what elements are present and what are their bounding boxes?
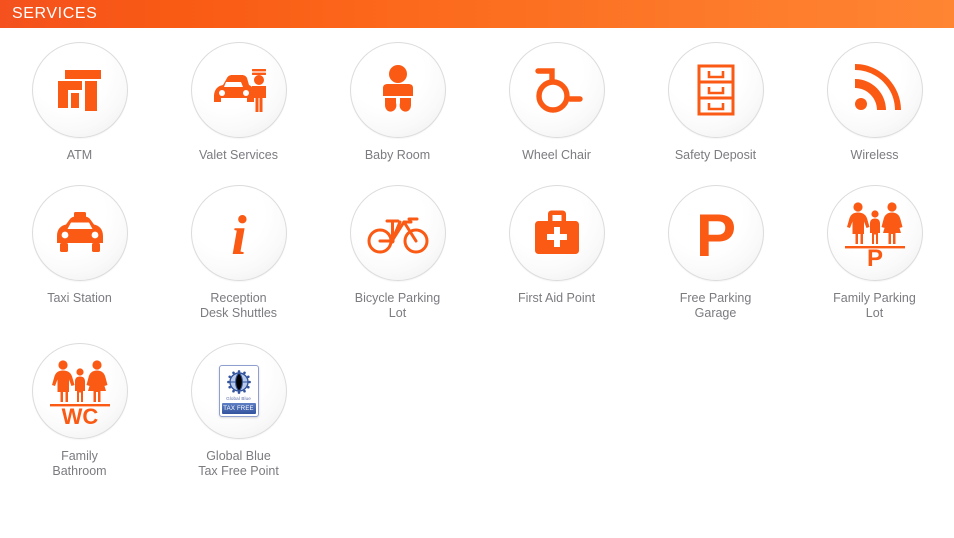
service-label: Taxi Station <box>47 291 112 305</box>
service-item-taxi-station[interactable]: Taxi Station <box>0 185 159 321</box>
wireless-signal-icon <box>849 64 901 116</box>
service-badge[interactable] <box>826 42 923 138</box>
service-badge[interactable]: i <box>190 185 287 281</box>
service-badge[interactable]: P <box>826 185 923 281</box>
service-item-valet-services[interactable]: Valet Services <box>159 42 318 163</box>
family-parking-letter-glyph: P <box>866 245 882 266</box>
info-letter-glyph: i <box>231 205 247 262</box>
wc-letters-glyph: WC <box>61 404 98 424</box>
baby-icon <box>373 63 423 117</box>
service-badge[interactable]: P <box>667 185 764 281</box>
wheelchair-icon <box>528 63 586 117</box>
globe-emblem-icon <box>226 369 252 395</box>
service-label: Global Blue Tax Free Point <box>198 449 279 478</box>
family-wc-icon: WC <box>46 358 114 424</box>
atm-icon <box>52 64 108 116</box>
service-label: Safety Deposit <box>674 148 757 162</box>
service-badge[interactable] <box>190 42 287 138</box>
service-label: Baby Room <box>364 148 431 162</box>
safety-deposit-boxes-icon <box>693 62 739 118</box>
service-label: Family Bathroom <box>52 449 107 478</box>
service-item-safety-deposit[interactable]: Safety Deposit <box>636 42 795 163</box>
information-i-icon: i <box>219 204 259 262</box>
service-label: Wireless <box>850 148 899 162</box>
service-badge[interactable] <box>349 42 446 138</box>
service-label: Wheel Chair <box>522 148 591 162</box>
taxi-icon <box>51 210 109 256</box>
service-badge[interactable] <box>349 185 446 281</box>
service-item-bicycle-parking-lot[interactable]: Bicycle Parking Lot <box>318 185 477 321</box>
service-item-first-aid-point[interactable]: First Aid Point <box>477 185 636 321</box>
tax-free-banner: TAX FREE <box>221 403 256 414</box>
global-blue-brand: Global Blue <box>226 396 251 401</box>
services-grid: ATM Valet Services Baby Room Wheel Chair… <box>0 28 954 501</box>
global-blue-tax-free-card-icon: Global Blue TAX FREE <box>218 365 259 417</box>
service-badge[interactable]: Global Blue TAX FREE <box>190 343 287 439</box>
service-badge[interactable] <box>667 42 764 138</box>
service-label: Free Parking Garage <box>679 291 752 320</box>
service-label: ATM <box>66 148 93 162</box>
service-item-atm[interactable]: ATM <box>0 42 159 163</box>
page-header: SERVICES <box>0 0 954 28</box>
global-blue-card: Global Blue TAX FREE <box>218 365 259 417</box>
parking-letter-glyph: P <box>695 202 735 264</box>
service-item-reception-desk-shuttles[interactable]: i Reception Desk Shuttles <box>159 185 318 321</box>
service-badge[interactable] <box>31 185 128 281</box>
service-label: Valet Services <box>199 148 278 162</box>
service-badge[interactable] <box>31 42 128 138</box>
service-label: Bicycle Parking Lot <box>354 291 441 320</box>
service-item-baby-room[interactable]: Baby Room <box>318 42 477 163</box>
service-item-free-parking-garage[interactable]: P Free Parking Garage <box>636 185 795 321</box>
service-item-global-blue-tax-free-point[interactable]: Global Blue TAX FREE Global Blue Tax Fre… <box>159 343 318 479</box>
parking-p-icon: P <box>690 202 742 264</box>
service-label: First Aid Point <box>517 291 596 305</box>
first-aid-kit-icon <box>530 208 584 258</box>
service-badge[interactable] <box>508 185 605 281</box>
family-parking-icon: P <box>841 200 909 266</box>
service-item-wireless[interactable]: Wireless <box>795 42 954 163</box>
service-item-wheel-chair[interactable]: Wheel Chair <box>477 42 636 163</box>
page-title: SERVICES <box>12 5 98 22</box>
service-label: Family Parking Lot <box>833 291 916 320</box>
service-item-family-bathroom[interactable]: WC Family Bathroom <box>0 343 159 479</box>
valet-car-attendant-icon <box>208 64 270 116</box>
service-label: Reception Desk Shuttles <box>199 291 278 320</box>
service-badge[interactable]: WC <box>31 343 128 439</box>
bicycle-icon <box>367 211 429 255</box>
service-item-family-parking-lot[interactable]: P Family Parking Lot <box>795 185 954 321</box>
service-badge[interactable] <box>508 42 605 138</box>
